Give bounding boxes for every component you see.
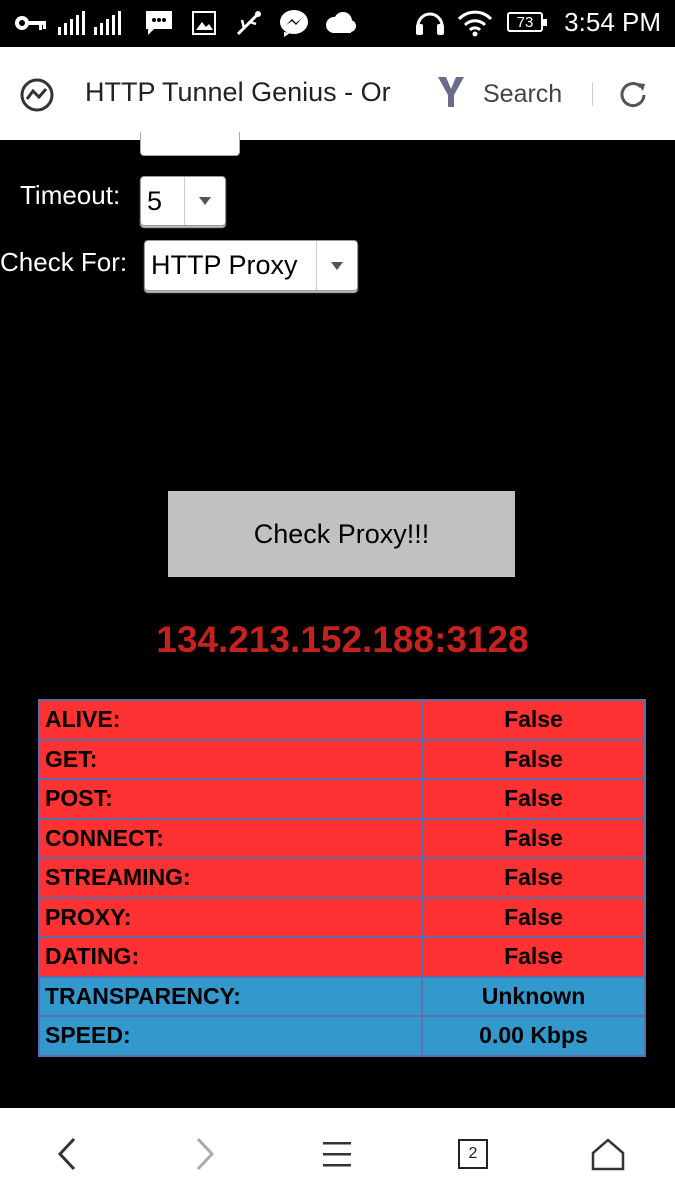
result-value: False <box>421 936 646 978</box>
result-key: POST: <box>38 778 423 820</box>
search-button[interactable]: Search <box>483 80 562 109</box>
result-row: PROXY: False <box>38 896 646 938</box>
wifi-icon <box>457 8 493 38</box>
port-select-partial[interactable] <box>140 132 240 156</box>
result-row: CONNECT: False <box>38 817 646 859</box>
menu-icon[interactable] <box>312 1134 362 1174</box>
messenger-icon <box>278 8 310 38</box>
result-key: PROXY: <box>38 896 423 938</box>
result-row: ALIVE: False <box>38 699 646 741</box>
usb-icon <box>234 8 264 38</box>
result-row: TRANSPARENCY: Unknown <box>38 975 646 1017</box>
home-icon[interactable] <box>583 1134 633 1174</box>
result-row: STREAMING: False <box>38 857 646 899</box>
gallery-icon <box>192 8 216 38</box>
result-key: CONNECT: <box>38 817 423 859</box>
proxy-address: 134.213.152.188:3128 <box>156 619 529 660</box>
reload-icon[interactable] <box>617 80 649 115</box>
result-key: STREAMING: <box>38 857 423 899</box>
clock: 3:54 PM <box>564 7 661 37</box>
result-value: False <box>421 896 646 938</box>
browser-bottom-nav: 2 <box>0 1108 675 1200</box>
result-value: False <box>421 857 646 899</box>
result-value: Unknown <box>421 975 646 1017</box>
site-icon[interactable] <box>19 77 55 118</box>
status-bar: 73 3:54 PM <box>0 0 675 47</box>
key-icon <box>14 8 48 38</box>
chevron-down-icon <box>184 177 225 225</box>
result-row: POST: False <box>38 778 646 820</box>
check-for-select[interactable]: HTTP Proxy <box>144 240 358 291</box>
signal-icon <box>94 8 124 38</box>
chevron-down-icon <box>316 241 357 290</box>
toolbar-divider <box>592 82 593 106</box>
headset-icon <box>414 8 446 38</box>
result-row: GET: False <box>38 738 646 780</box>
result-value: False <box>421 738 646 780</box>
result-row: SPEED: 0.00 Kbps <box>38 1015 646 1057</box>
tabs-icon[interactable]: 2 <box>448 1134 498 1174</box>
timeout-label: Timeout: <box>20 180 121 210</box>
check-for-value: HTTP Proxy <box>151 250 298 280</box>
results-table: ALIVE: False GET: False POST: False CONNECT: Fa… <box>38 699 646 1057</box>
signal-icon <box>58 8 88 38</box>
result-value: False <box>421 817 646 859</box>
tab-count: 2 <box>458 1139 488 1169</box>
check-for-label: Check For: <box>0 247 128 277</box>
yahoo-icon[interactable] <box>436 73 466 114</box>
check-proxy-button[interactable]: Check Proxy!!! <box>168 491 515 577</box>
result-key: SPEED: <box>38 1015 423 1057</box>
result-key: DATING: <box>38 936 423 978</box>
back-icon[interactable] <box>42 1134 92 1174</box>
page-title[interactable]: HTTP Tunnel Genius - Or <box>85 77 415 108</box>
result-value: 0.00 Kbps <box>421 1015 646 1057</box>
battery-level: 73 <box>516 13 534 31</box>
result-value: False <box>421 778 646 820</box>
result-key: ALIVE: <box>38 699 423 741</box>
result-key: TRANSPARENCY: <box>38 975 423 1017</box>
messages-icon <box>144 8 174 38</box>
result-row: DATING: False <box>38 936 646 978</box>
browser-toolbar: HTTP Tunnel Genius - Or Search <box>0 47 675 140</box>
battery-icon: 73 <box>507 12 547 32</box>
timeout-select[interactable]: 5 <box>140 176 226 226</box>
result-value: False <box>421 699 646 741</box>
cloud-icon <box>323 8 357 38</box>
forward-icon[interactable] <box>180 1134 230 1174</box>
result-key: GET: <box>38 738 423 780</box>
timeout-value: 5 <box>147 185 163 216</box>
